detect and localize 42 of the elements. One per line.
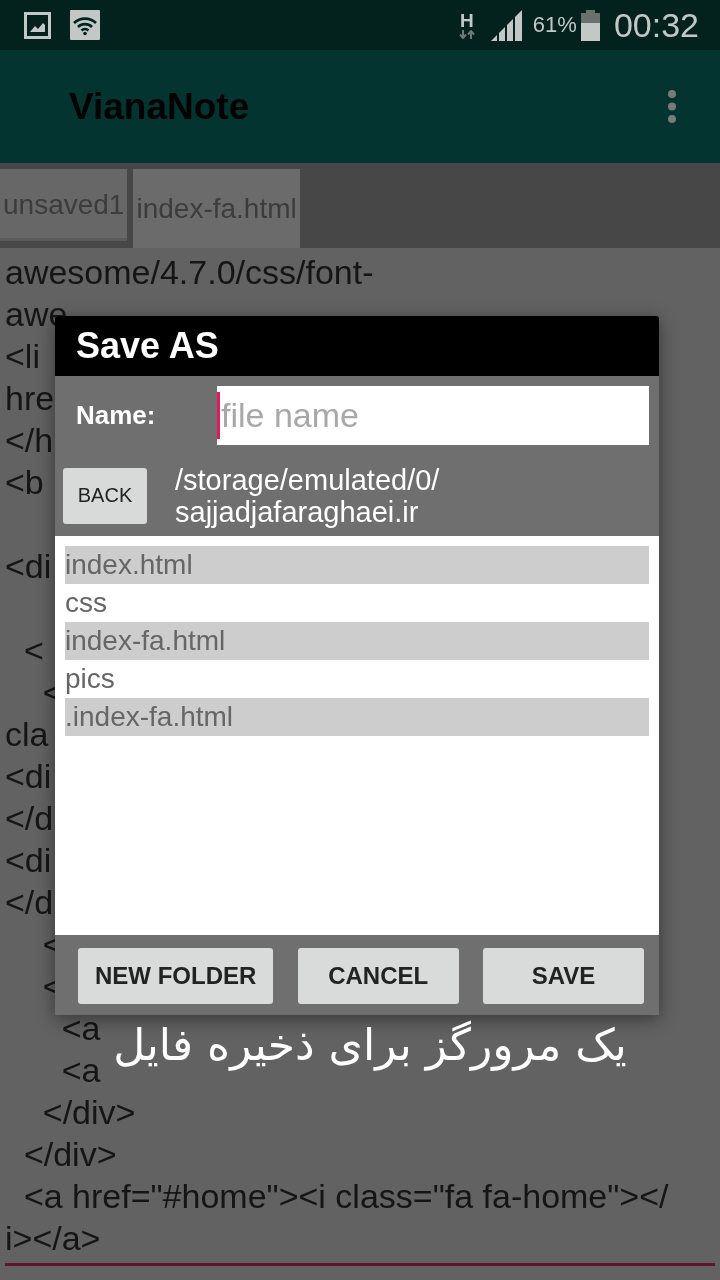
code-line: </h: [5, 420, 54, 461]
code-line: hre: [5, 378, 55, 419]
save-button[interactable]: SAVE: [483, 948, 644, 1004]
data-arrows-icon: [458, 29, 475, 39]
new-folder-button[interactable]: NEW FOLDER: [78, 948, 274, 1004]
caption-text: یک مرورگز برای ذخیره فایل: [113, 1018, 627, 1073]
cancel-button[interactable]: CANCEL: [297, 948, 459, 1004]
battery-percent: 61%: [532, 12, 577, 38]
file-item[interactable]: .index-fa.html: [65, 698, 649, 736]
file-name-field[interactable]: file name: [217, 386, 649, 445]
dialog-title: Save AS: [55, 316, 659, 376]
wifi-icon: [70, 10, 100, 40]
code-line: <a: [60, 1050, 101, 1091]
code-line: <di: [5, 546, 52, 587]
file-item[interactable]: index.html: [65, 546, 649, 584]
code-line: <a href="#home"><i class="fa fa-home"></: [22, 1176, 669, 1217]
code-line: <b: [5, 462, 44, 503]
code-line: awesome/4.7.0/css/font-: [5, 252, 374, 293]
code-line: </div>: [41, 1092, 136, 1133]
code-line: <a: [60, 1008, 101, 1049]
network-type: H: [460, 11, 474, 30]
image-icon: [24, 11, 51, 39]
folder-path: /storage/emulated/0/sajjadjafaraghaei.ir: [175, 463, 441, 528]
name-label: Name:: [76, 400, 157, 431]
back-button[interactable]: BACK: [63, 467, 147, 524]
code-line: </d: [5, 798, 54, 839]
more-options-icon[interactable]: [668, 90, 676, 123]
clock: 00:32: [613, 5, 699, 45]
code-line: </d: [5, 882, 54, 923]
code-line: <li: [5, 336, 40, 377]
code-line: <di: [5, 840, 52, 881]
code-line: cla: [5, 714, 49, 755]
folder-item[interactable]: css: [65, 584, 649, 622]
signal-icon: [490, 9, 523, 41]
code-line: </div>: [22, 1134, 117, 1175]
code-line: <: [22, 630, 44, 671]
code-line: i></a>: [5, 1218, 101, 1259]
folder-item[interactable]: pics: [65, 660, 649, 698]
code-line: <di: [5, 756, 52, 797]
file-item[interactable]: index-fa.html: [65, 622, 649, 660]
text-cursor-icon: [217, 392, 220, 439]
battery-icon: [580, 9, 600, 41]
